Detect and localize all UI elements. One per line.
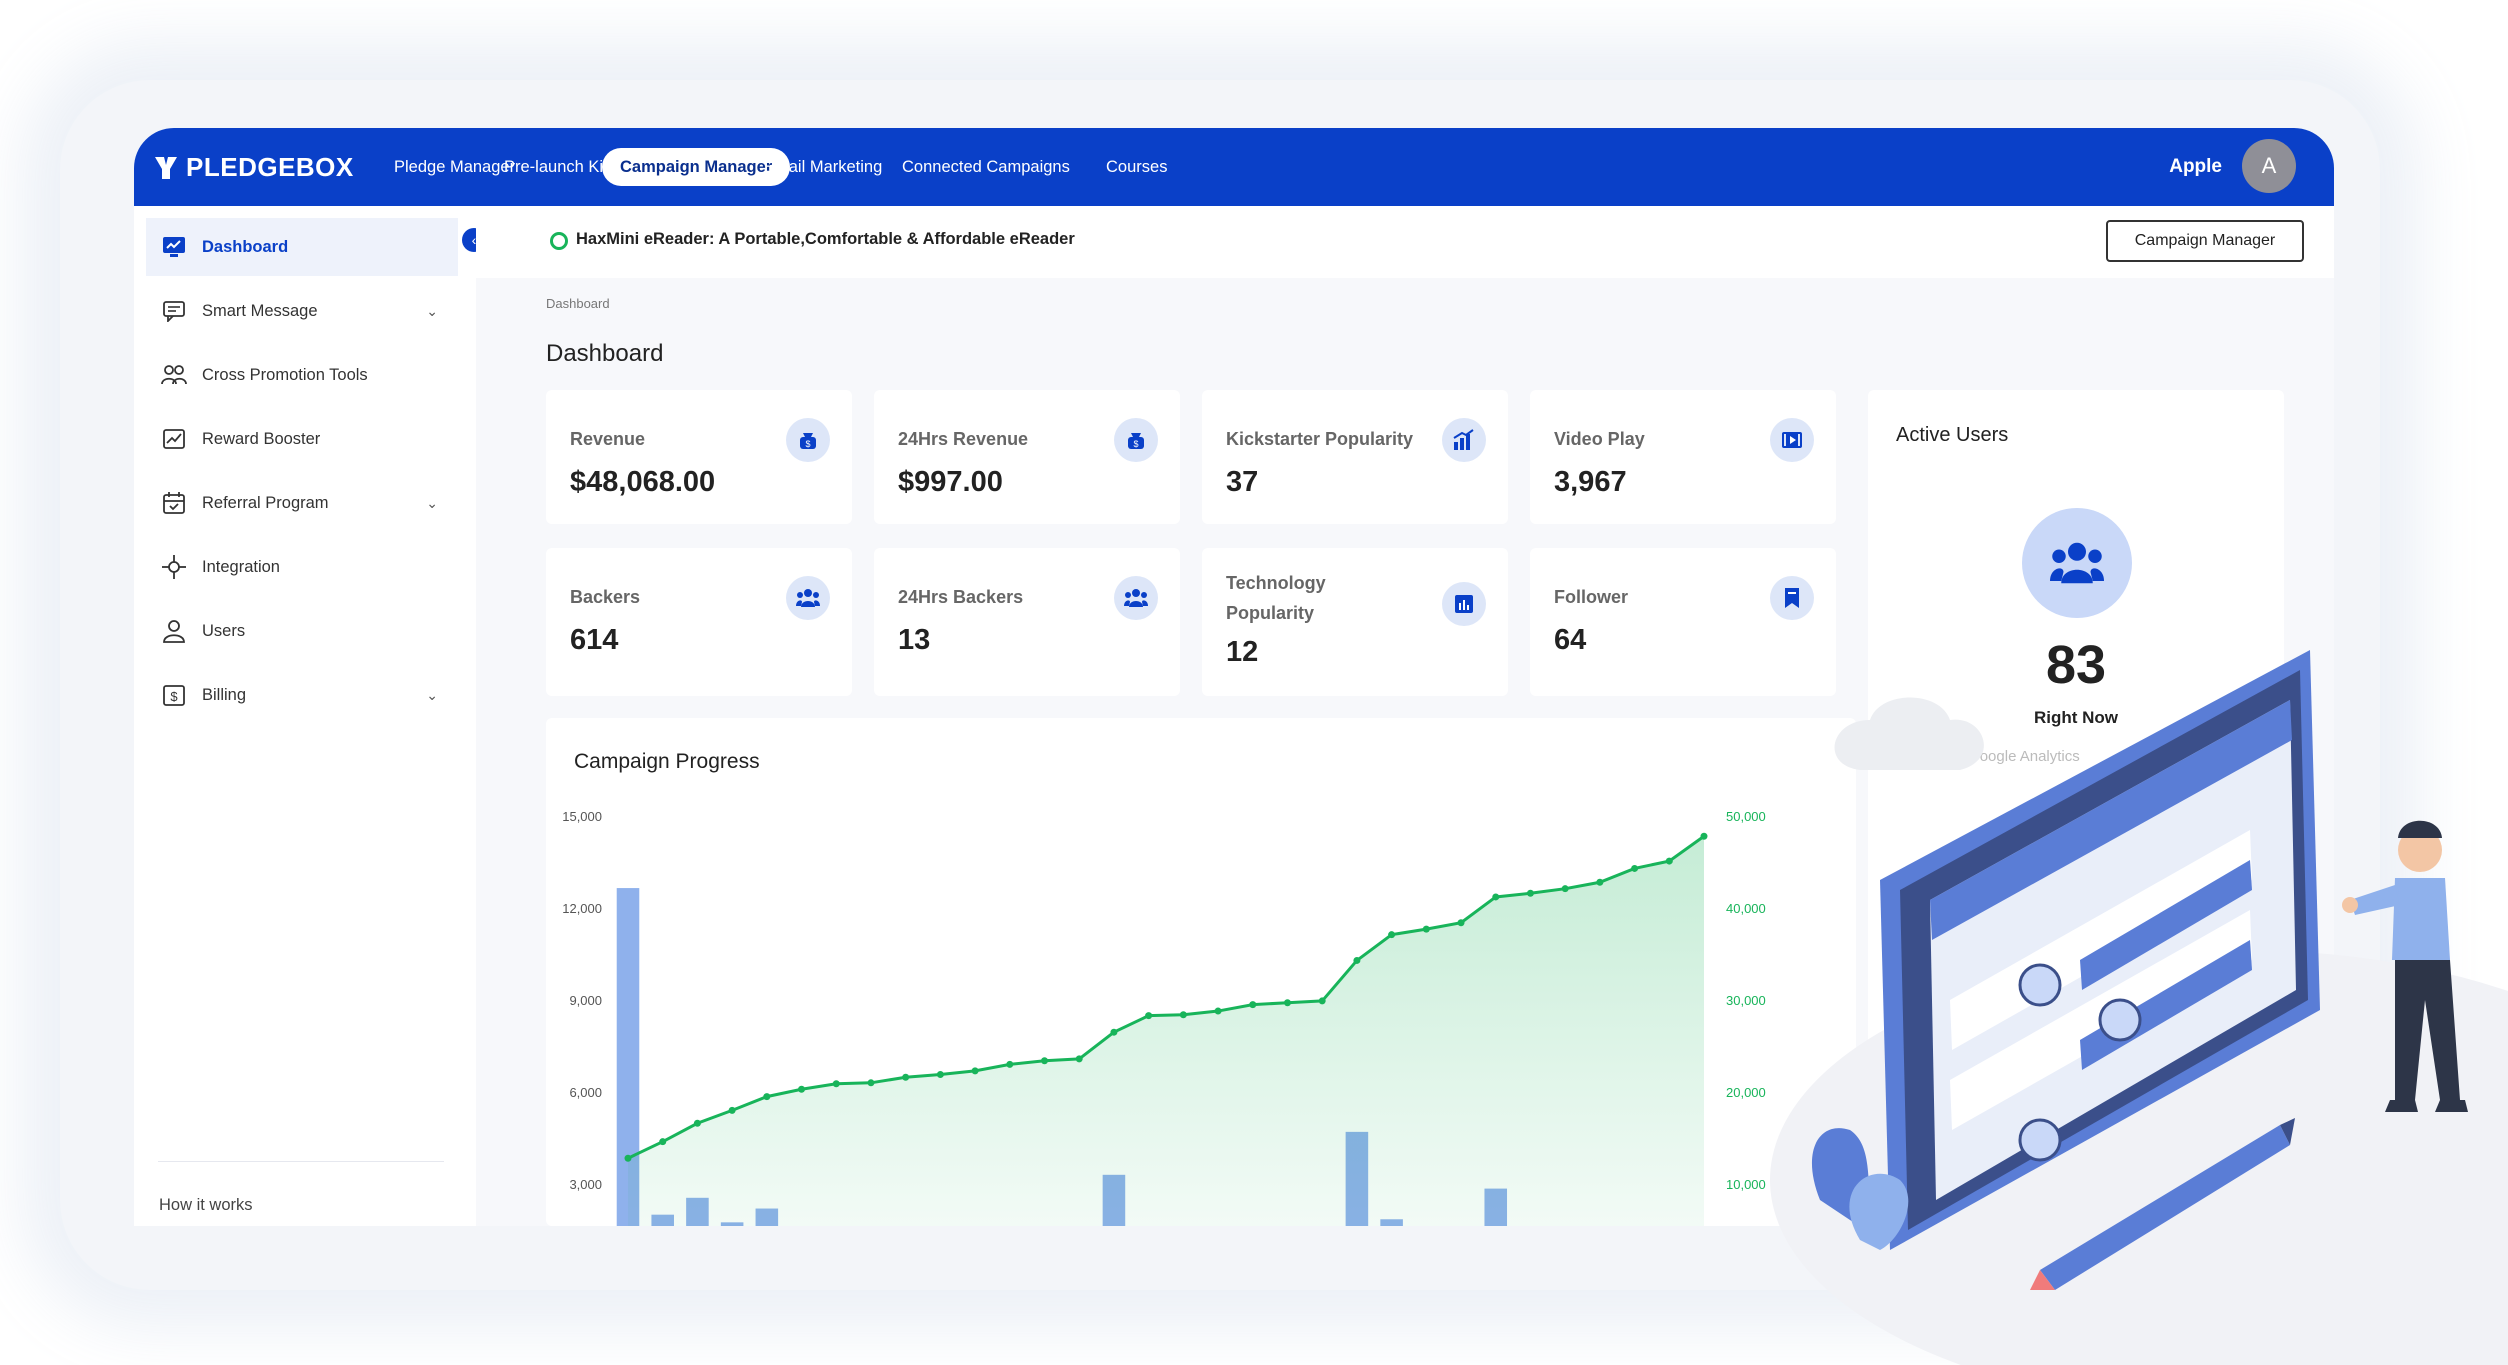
dashboard-illustration: [1770, 650, 2508, 1365]
